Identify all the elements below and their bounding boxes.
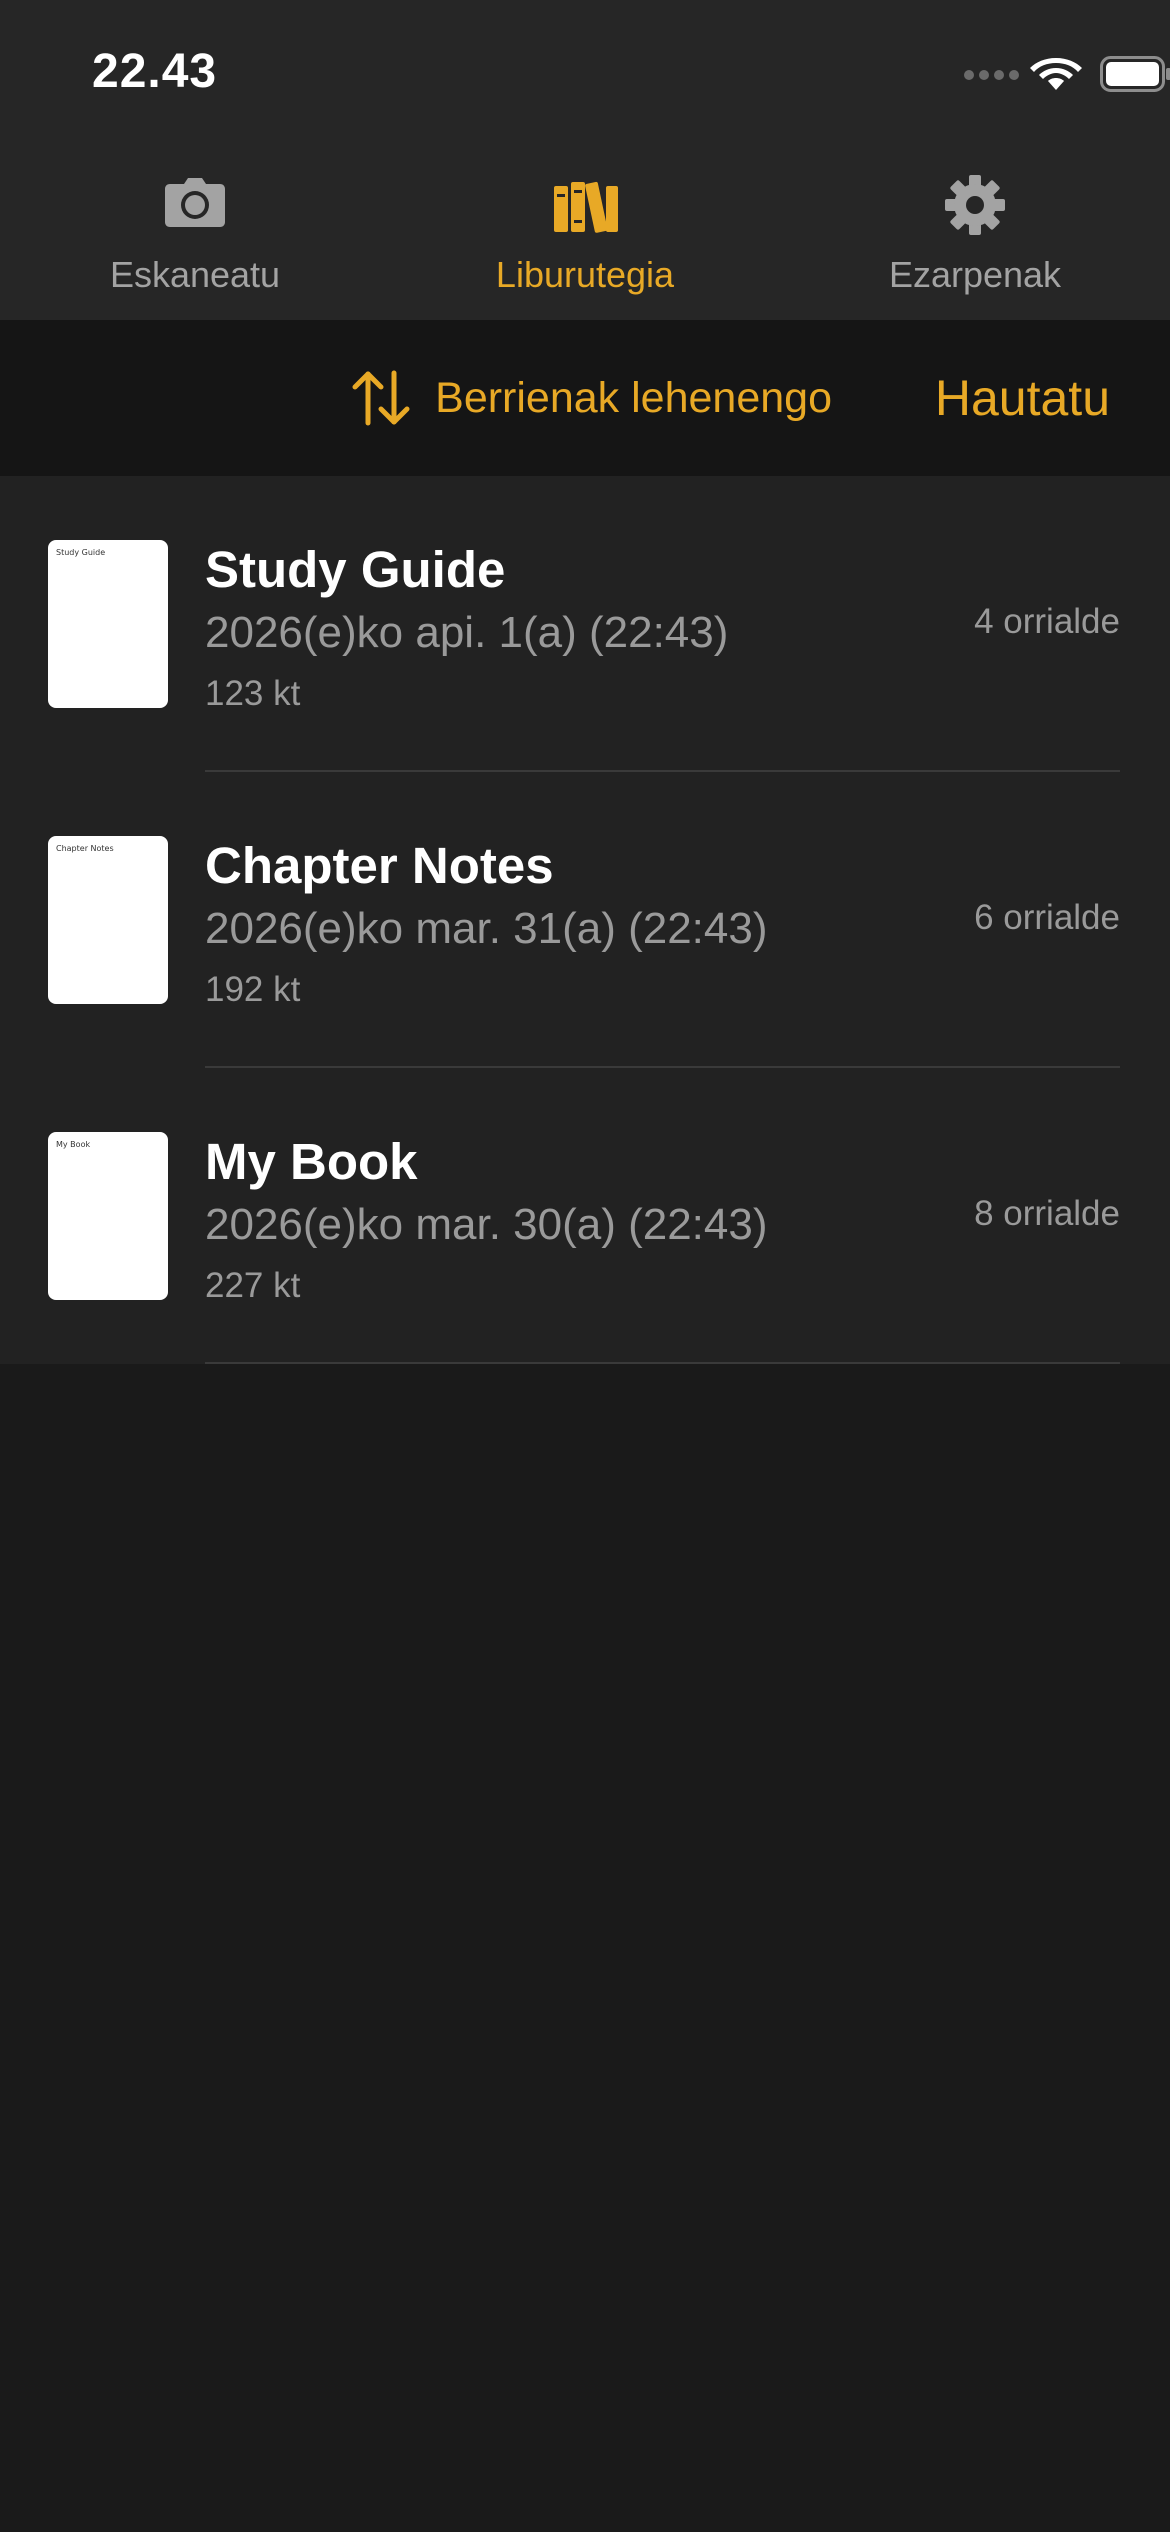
document-thumbnail: Chapter Notes xyxy=(48,836,168,1004)
thumbnail-text: My Book xyxy=(56,1140,91,1149)
sort-button[interactable]: Berrienak lehenengo xyxy=(351,368,832,428)
thumbnail-text: Study Guide xyxy=(56,548,106,557)
battery-icon xyxy=(1100,56,1170,92)
tab-settings-label: Ezarpenak xyxy=(888,254,1062,295)
tab-library-label: Liburutegia xyxy=(495,254,675,295)
document-thumbnail: My Book xyxy=(48,1132,168,1300)
status-time: 22.43 xyxy=(92,45,218,98)
gear-icon xyxy=(945,175,1005,235)
select-button[interactable]: Hautatu xyxy=(935,368,1110,428)
document-page-count: 4 orrialde xyxy=(974,602,1120,641)
document-size: 123 kt xyxy=(205,674,301,713)
document-date: 2026(e)ko mar. 31(a) (22:43) xyxy=(205,904,768,953)
document-date: 2026(e)ko api. 1(a) (22:43) xyxy=(205,608,729,657)
document-row[interactable]: Chapter Notes Chapter Notes 2026(e)ko ma… xyxy=(0,772,1170,1068)
library-books-icon xyxy=(554,181,618,233)
document-row[interactable]: Study Guide Study Guide 2026(e)ko api. 1… xyxy=(0,476,1170,772)
sort-arrows-icon xyxy=(352,370,410,426)
library-toolbar: Berrienak lehenengo Hautatu xyxy=(0,320,1170,476)
document-page-count: 8 orrialde xyxy=(974,1194,1120,1233)
camera-icon xyxy=(165,178,225,227)
document-date: 2026(e)ko mar. 30(a) (22:43) xyxy=(205,1200,768,1249)
document-page-count: 6 orrialde xyxy=(974,898,1120,937)
thumbnail-text: Chapter Notes xyxy=(56,844,114,853)
document-title: Study Guide xyxy=(205,541,506,598)
top-bar: 22.43 Eskaneatu Liburutegia Ezarpenak xyxy=(0,0,1170,320)
document-size: 192 kt xyxy=(205,970,301,1009)
document-thumbnail: Study Guide xyxy=(48,540,168,708)
row-divider xyxy=(205,1362,1120,1364)
tab-library[interactable]: Liburutegia xyxy=(390,160,780,310)
document-list: Study Guide Study Guide 2026(e)ko api. 1… xyxy=(0,476,1170,1364)
document-size: 227 kt xyxy=(205,1266,301,1305)
tab-scan-label: Eskaneatu xyxy=(109,254,281,295)
document-title: My Book xyxy=(205,1133,418,1190)
signal-icon xyxy=(964,70,1020,80)
tab-settings[interactable]: Ezarpenak xyxy=(780,160,1170,310)
document-title: Chapter Notes xyxy=(205,837,554,894)
document-row[interactable]: My Book My Book 2026(e)ko mar. 30(a) (22… xyxy=(0,1068,1170,1364)
tab-bar: Eskaneatu Liburutegia Ezarpenak xyxy=(0,160,1170,310)
wifi-icon xyxy=(1030,58,1082,90)
sort-label: Berrienak lehenengo xyxy=(435,373,832,422)
tab-scan[interactable]: Eskaneatu xyxy=(0,160,390,310)
